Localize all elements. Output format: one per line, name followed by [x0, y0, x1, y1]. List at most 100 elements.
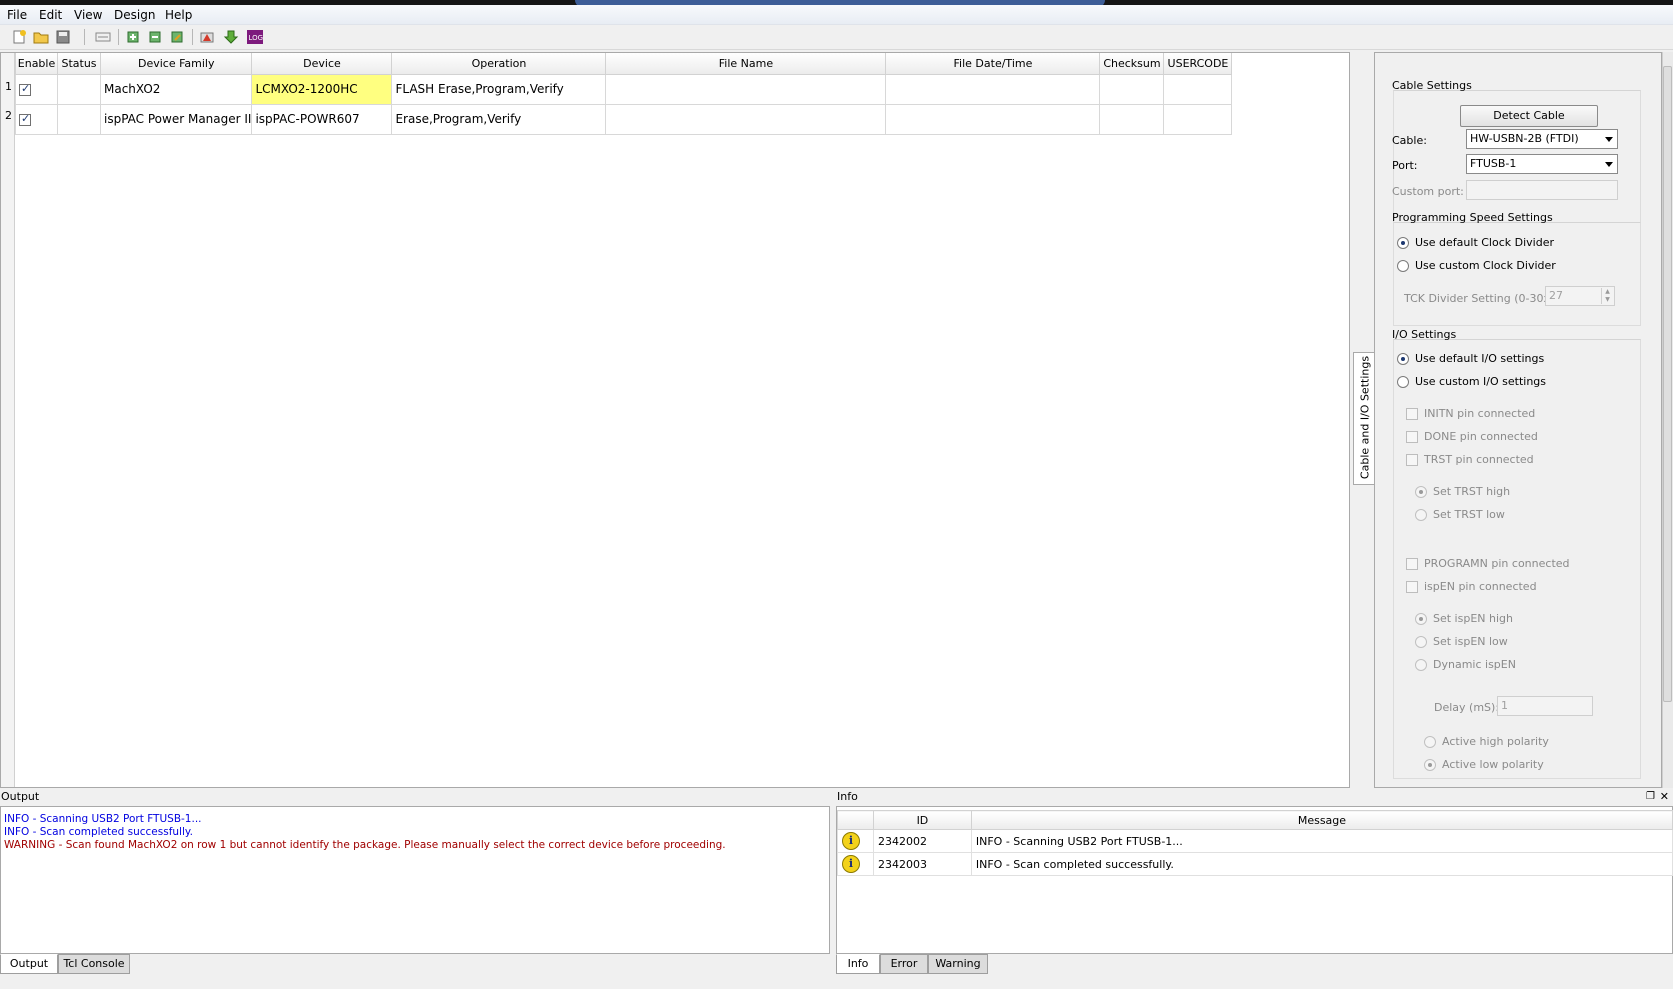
- active-high-polarity-option[interactable]: Active high polarity: [1424, 735, 1549, 748]
- radio[interactable]: [1397, 260, 1409, 272]
- active-low-polarity-option[interactable]: Active low polarity: [1424, 758, 1544, 771]
- table-row[interactable]: ispPAC Power Manager II ispPAC-POWR607 E…: [15, 103, 1233, 135]
- custom-clock-divider-option[interactable]: Use custom Clock Divider: [1397, 259, 1556, 272]
- programn-pin-option[interactable]: PROGRAMN pin connected: [1406, 557, 1570, 570]
- close-icon[interactable]: ✕: [1660, 788, 1669, 806]
- menu-edit[interactable]: Edit: [39, 8, 62, 22]
- col-operation[interactable]: Operation: [391, 53, 607, 75]
- tab-error[interactable]: Error: [880, 954, 928, 974]
- set-trst-low-option[interactable]: Set TRST low: [1415, 508, 1505, 521]
- radio-selected[interactable]: [1397, 237, 1409, 249]
- col-message[interactable]: Message: [970, 810, 1673, 830]
- log-icon[interactable]: LOG: [246, 28, 264, 46]
- done-pin-option[interactable]: DONE pin connected: [1406, 430, 1538, 443]
- custom-io-option[interactable]: Use custom I/O settings: [1397, 375, 1546, 388]
- save-icon[interactable]: [54, 28, 72, 46]
- scan-icon[interactable]: [94, 28, 112, 46]
- info-icon: i: [842, 855, 860, 873]
- ispen-checkbox[interactable]: [1406, 581, 1418, 593]
- enable-cell[interactable]: [15, 103, 58, 135]
- col-device-family[interactable]: Device Family: [99, 53, 253, 75]
- trst-pin-option[interactable]: TRST pin connected: [1406, 453, 1534, 466]
- device-cell[interactable]: ispPAC-POWR607: [251, 103, 393, 135]
- radio[interactable]: [1424, 736, 1436, 748]
- device-table: Enable Status Device Family Device Opera…: [15, 53, 1233, 135]
- radio-selected[interactable]: [1415, 613, 1427, 625]
- menu-file[interactable]: File: [7, 8, 27, 22]
- restore-icon[interactable]: ❐: [1646, 788, 1655, 806]
- table-row[interactable]: MachXO2 LCMXO2-1200HC FLASH Erase,Progra…: [15, 73, 1233, 105]
- radio-selected[interactable]: [1415, 486, 1427, 498]
- settings-scrollbar-thumb[interactable]: [1663, 66, 1672, 702]
- table-row[interactable]: i 2342002 INFO - Scanning USB2 Port FTUS…: [837, 829, 1673, 853]
- radio-selected[interactable]: [1424, 759, 1436, 771]
- ispen-pin-option[interactable]: ispEN pin connected: [1406, 580, 1537, 593]
- table-row[interactable]: i 2342003 INFO - Scan completed successf…: [837, 852, 1673, 876]
- menu-design[interactable]: Design: [114, 8, 155, 22]
- device-family-cell[interactable]: MachXO2: [99, 73, 253, 105]
- program-icon[interactable]: [198, 28, 216, 46]
- output-title: Output: [1, 790, 40, 803]
- new-icon[interactable]: [10, 28, 28, 46]
- port-select[interactable]: FTUSB-1: [1466, 154, 1618, 174]
- enable-cell[interactable]: [15, 73, 58, 105]
- enable-checkbox[interactable]: [19, 82, 31, 96]
- file-name-cell[interactable]: [605, 73, 887, 105]
- tck-divider-spinbox[interactable]: 27 ▲ ▼: [1545, 286, 1615, 306]
- radio[interactable]: [1397, 376, 1409, 388]
- menu-view[interactable]: View: [74, 8, 102, 22]
- radio[interactable]: [1415, 509, 1427, 521]
- output-pane[interactable]: INFO - Scanning USB2 Port FTUSB-1... INF…: [0, 806, 830, 954]
- dynamic-ispen-option[interactable]: Dynamic ispEN: [1415, 658, 1516, 671]
- col-icon: [837, 810, 874, 830]
- tab-output[interactable]: Output: [0, 954, 58, 974]
- tab-warning[interactable]: Warning: [928, 954, 988, 974]
- radio[interactable]: [1415, 636, 1427, 648]
- delay-input[interactable]: 1: [1497, 696, 1593, 716]
- enable-checkbox[interactable]: [19, 112, 31, 126]
- set-trst-high-option[interactable]: Set TRST high: [1415, 485, 1510, 498]
- file-name-cell[interactable]: [605, 103, 887, 135]
- initn-checkbox[interactable]: [1406, 408, 1418, 420]
- menu-help[interactable]: Help: [165, 8, 192, 22]
- edit-device-icon[interactable]: [168, 28, 186, 46]
- radio[interactable]: [1415, 659, 1427, 671]
- device-family-cell[interactable]: ispPAC Power Manager II: [99, 103, 253, 135]
- programn-checkbox[interactable]: [1406, 558, 1418, 570]
- cable-select[interactable]: HW-USBN-2B (FTDI): [1466, 129, 1618, 149]
- col-id[interactable]: ID: [872, 810, 972, 830]
- device-cell[interactable]: LCMXO2-1200HC: [251, 73, 393, 105]
- open-icon[interactable]: [32, 28, 50, 46]
- default-clock-divider-option[interactable]: Use default Clock Divider: [1397, 236, 1554, 249]
- cable-io-settings-tab[interactable]: Cable and I/O Settings: [1353, 352, 1375, 485]
- detect-cable-button[interactable]: Detect Cable: [1460, 105, 1598, 127]
- checksum-cell: [1099, 73, 1165, 105]
- col-checksum[interactable]: Checksum: [1099, 53, 1165, 75]
- col-usercode[interactable]: USERCODE: [1163, 53, 1233, 75]
- tab-info[interactable]: Info: [836, 954, 880, 974]
- tab-tcl-console[interactable]: Tcl Console: [58, 954, 130, 974]
- set-ispen-low-option[interactable]: Set ispEN low: [1415, 635, 1508, 648]
- add-device-icon[interactable]: [124, 28, 142, 46]
- radio-selected[interactable]: [1397, 353, 1409, 365]
- done-label: DONE pin connected: [1424, 430, 1538, 443]
- cable-select-value: HW-USBN-2B (FTDI): [1470, 132, 1579, 145]
- set-ispen-high-option[interactable]: Set ispEN high: [1415, 612, 1513, 625]
- initn-pin-option[interactable]: INITN pin connected: [1406, 407, 1535, 420]
- custom-port-input[interactable]: [1466, 180, 1618, 200]
- col-file-name[interactable]: File Name: [605, 53, 887, 75]
- done-checkbox[interactable]: [1406, 431, 1418, 443]
- col-device[interactable]: Device: [251, 53, 393, 75]
- operation-cell[interactable]: FLASH Erase,Program,Verify: [391, 73, 607, 105]
- remove-device-icon[interactable]: [146, 28, 164, 46]
- col-file-date[interactable]: File Date/Time: [885, 53, 1101, 75]
- spin-arrows-icon[interactable]: ▲ ▼: [1601, 288, 1613, 304]
- message-cell: INFO - Scanning USB2 Port FTUSB-1...: [970, 829, 1673, 853]
- col-status[interactable]: Status: [57, 53, 101, 75]
- download-icon[interactable]: [222, 28, 240, 46]
- trst-checkbox[interactable]: [1406, 454, 1418, 466]
- status-cell: [57, 73, 101, 105]
- col-enable[interactable]: Enable: [15, 53, 58, 75]
- operation-cell[interactable]: Erase,Program,Verify: [391, 103, 607, 135]
- default-io-option[interactable]: Use default I/O settings: [1397, 352, 1544, 365]
